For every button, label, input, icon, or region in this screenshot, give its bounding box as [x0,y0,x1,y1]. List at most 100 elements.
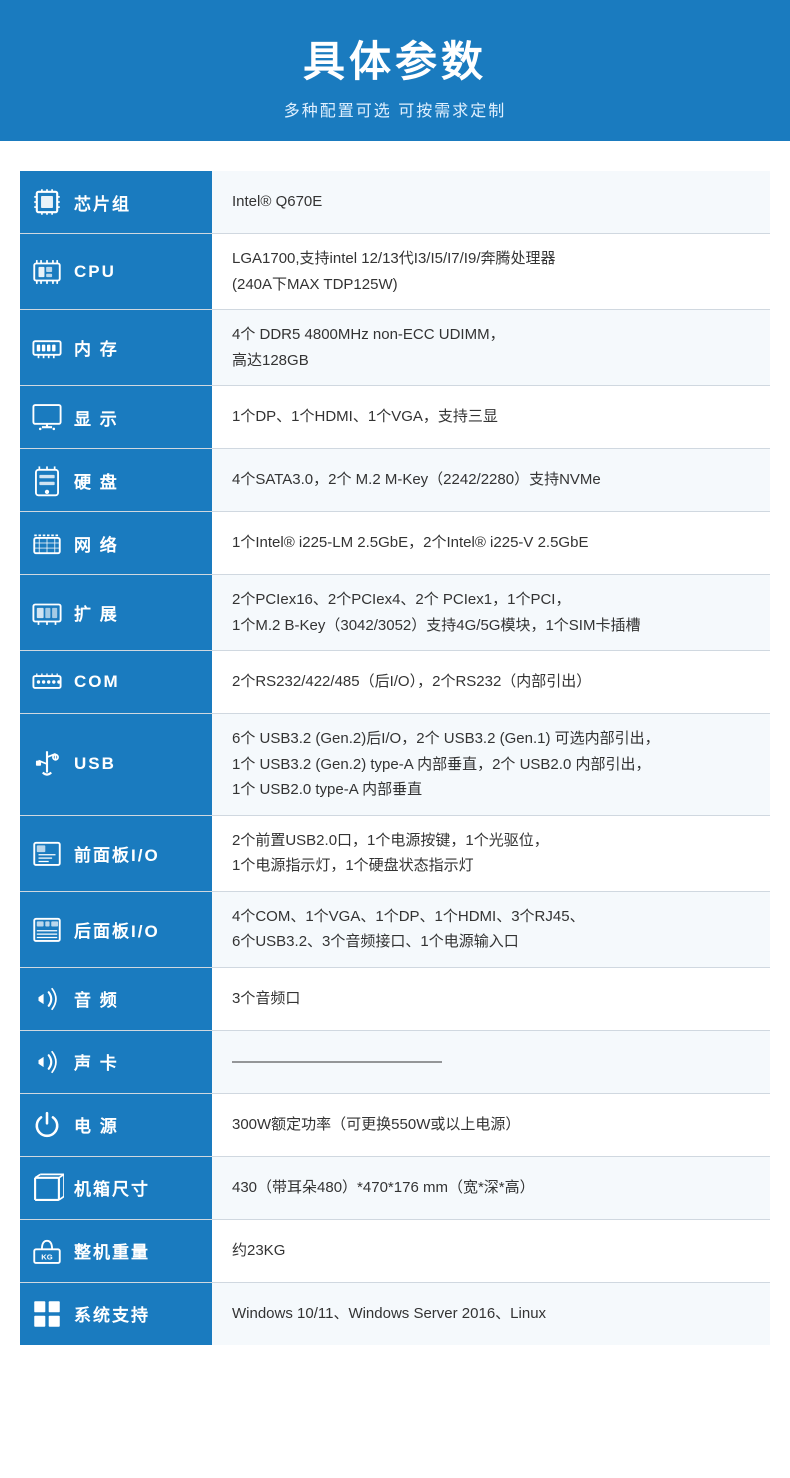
table-row: 系统支持 Windows 10/11、Windows Server 2016、L… [20,1282,770,1345]
table-row: 音 频 3个音频口 [20,967,770,1030]
network-icon [28,524,66,562]
value-text-expansion: 2个PCIex16、2个PCIex4、2个 PCIex1，1个PCI，1个M.2… [232,591,640,634]
table-row: 硬 盘 4个SATA3.0，2个 M.2 M-Key（2242/2280）支持N… [20,449,770,512]
value-cell-audio: 3个音频口 [212,967,770,1030]
com-icon [28,663,66,701]
label-text-cpu: CPU [74,262,116,282]
value-cell-os: Windows 10/11、Windows Server 2016、Linux [212,1282,770,1345]
label-cell-display: 显 示 [20,386,212,449]
label-text-com: COM [74,672,120,692]
label-text-weight: 整机重量 [74,1238,150,1263]
value-cell-chipset: Intel® Q670E [212,171,770,234]
label-cell-weight: KG 整机重量 [20,1219,212,1282]
label-cell-network: 网 络 [20,512,212,575]
power-icon [28,1106,66,1144]
cpu-icon [28,253,66,291]
label-cell-front-io: 前面板I/O [20,815,212,891]
value-text-front-io: 2个前置USB2.0口，1个电源按键，1个光驱位，1个电源指示灯，1个硬盘状态指… [232,832,549,875]
value-cell-com: 2个RS232/422/485（后I/O），2个RS232（内部引出） [212,651,770,714]
label-text-memory: 内 存 [74,335,119,360]
value-text-power: 300W额定功率（可更换550W或以上电源） [232,1116,520,1133]
weight-icon: KG [28,1232,66,1270]
label-text-usb: USB [74,754,116,774]
specs-table-wrapper: 芯片组 Intel® Q670E CPU LGA1700,支持intel 12/… [0,141,790,1385]
specs-table: 芯片组 Intel® Q670E CPU LGA1700,支持intel 12/… [20,171,770,1345]
value-text-weight: 约23KG [232,1242,285,1259]
label-cell-chipset: 芯片组 [20,171,212,234]
value-cell-usb: 6个 USB3.2 (Gen.2)后I/O，2个 USB3.2 (Gen.1) … [212,714,770,816]
expansion-icon [28,594,66,632]
label-cell-os: 系统支持 [20,1282,212,1345]
value-cell-weight: 约23KG [212,1219,770,1282]
cpu-chip-icon [28,183,66,221]
table-row: 电 源 300W额定功率（可更换550W或以上电源） [20,1093,770,1156]
table-row: 机箱尺寸 430（带耳朵480）*470*176 mm（宽*深*高） [20,1156,770,1219]
label-text-display: 显 示 [74,405,119,430]
table-row: 前面板I/O 2个前置USB2.0口，1个电源按键，1个光驱位，1个电源指示灯，… [20,815,770,891]
value-text-com: 2个RS232/422/485（后I/O），2个RS232（内部引出） [232,673,591,690]
value-cell-soundcard: —————————————— [212,1030,770,1093]
os-icon [28,1295,66,1333]
value-cell-front-io: 2个前置USB2.0口，1个电源按键，1个光驱位，1个电源指示灯，1个硬盘状态指… [212,815,770,891]
header: 具体参数 多种配置可选 可按需求定制 [0,0,790,141]
label-text-chassis: 机箱尺寸 [74,1175,150,1200]
label-text-audio: 音 频 [74,986,119,1011]
value-text-cpu: LGA1700,支持intel 12/13代I3/I5/I7/I9/奔腾处理器(… [232,250,555,293]
label-cell-chassis: 机箱尺寸 [20,1156,212,1219]
label-cell-storage: 硬 盘 [20,449,212,512]
storage-icon [28,461,66,499]
value-cell-power: 300W额定功率（可更换550W或以上电源） [212,1093,770,1156]
label-cell-soundcard: 声 卡 [20,1030,212,1093]
label-cell-power: 电 源 [20,1093,212,1156]
rear-panel-icon [28,910,66,948]
label-text-storage: 硬 盘 [74,468,119,493]
label-cell-memory: 内 存 [20,310,212,386]
soundcard-icon [28,1043,66,1081]
value-text-usb: 6个 USB3.2 (Gen.2)后I/O，2个 USB3.2 (Gen.1) … [232,730,660,798]
label-cell-expansion: 扩 展 [20,575,212,651]
value-text-soundcard: —————————————— [232,1053,442,1070]
label-cell-usb: USB [20,714,212,816]
label-text-network: 网 络 [74,531,119,556]
label-text-expansion: 扩 展 [74,600,119,625]
value-cell-expansion: 2个PCIex16、2个PCIex4、2个 PCIex1，1个PCI，1个M.2… [212,575,770,651]
value-text-network: 1个Intel® i225-LM 2.5GbE，2个Intel® i225-V … [232,534,588,551]
label-text-rear-io: 后面板I/O [74,917,160,942]
label-cell-audio: 音 频 [20,967,212,1030]
value-text-storage: 4个SATA3.0，2个 M.2 M-Key（2242/2280）支持NVMe [232,471,601,488]
svg-text:KG: KG [41,1252,53,1261]
table-row: 声 卡 —————————————— [20,1030,770,1093]
table-row: 芯片组 Intel® Q670E [20,171,770,234]
value-cell-network: 1个Intel® i225-LM 2.5GbE，2个Intel® i225-V … [212,512,770,575]
label-text-power: 电 源 [74,1112,119,1137]
label-text-chipset: 芯片组 [74,190,131,215]
value-text-audio: 3个音频口 [232,990,300,1007]
page-title: 具体参数 [20,28,770,89]
value-cell-rear-io: 4个COM、1个VGA、1个DP、1个HDMI、3个RJ45、6个USB3.2、… [212,891,770,967]
value-cell-display: 1个DP、1个HDMI、1个VGA，支持三显 [212,386,770,449]
table-row: 显 示 1个DP、1个HDMI、1个VGA，支持三显 [20,386,770,449]
memory-icon [28,329,66,367]
value-cell-chassis: 430（带耳朵480）*470*176 mm（宽*深*高） [212,1156,770,1219]
value-cell-cpu: LGA1700,支持intel 12/13代I3/I5/I7/I9/奔腾处理器(… [212,234,770,310]
label-text-os: 系统支持 [74,1301,150,1326]
value-text-rear-io: 4个COM、1个VGA、1个DP、1个HDMI、3个RJ45、6个USB3.2、… [232,908,585,951]
display-icon [28,398,66,436]
label-text-front-io: 前面板I/O [74,841,160,866]
value-text-display: 1个DP、1个HDMI、1个VGA，支持三显 [232,408,498,425]
chassis-icon [28,1169,66,1207]
table-row: KG 整机重量 约23KG [20,1219,770,1282]
usb-icon [28,745,66,783]
audio-icon [28,980,66,1018]
table-row: 扩 展 2个PCIex16、2个PCIex4、2个 PCIex1，1个PCI，1… [20,575,770,651]
page-subtitle: 多种配置可选 可按需求定制 [20,97,770,121]
table-row: 内 存 4个 DDR5 4800MHz non-ECC UDIMM，高达128G… [20,310,770,386]
table-row: COM 2个RS232/422/485（后I/O），2个RS232（内部引出） [20,651,770,714]
label-cell-rear-io: 后面板I/O [20,891,212,967]
label-cell-com: COM [20,651,212,714]
table-row: CPU LGA1700,支持intel 12/13代I3/I5/I7/I9/奔腾… [20,234,770,310]
label-text-soundcard: 声 卡 [74,1049,119,1074]
table-row: 网 络 1个Intel® i225-LM 2.5GbE，2个Intel® i22… [20,512,770,575]
table-row: USB 6个 USB3.2 (Gen.2)后I/O，2个 USB3.2 (Gen… [20,714,770,816]
value-text-memory: 4个 DDR5 4800MHz non-ECC UDIMM，高达128GB [232,326,505,369]
